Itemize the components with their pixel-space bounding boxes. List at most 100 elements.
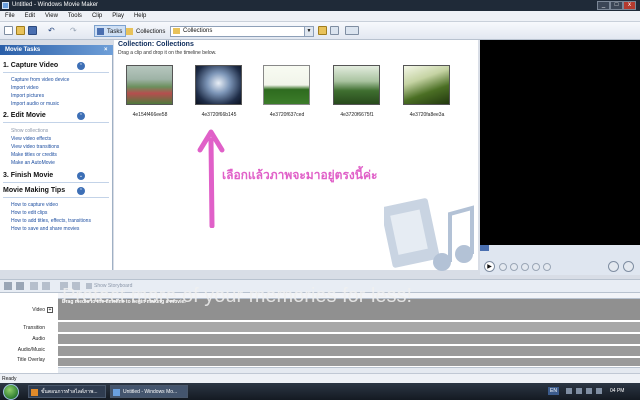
window-title: Untitled - Windows Movie Maker [12, 2, 99, 8]
rewind-icon[interactable] [510, 263, 518, 271]
collapse-icon[interactable]: ⌃ [77, 187, 85, 195]
clock[interactable]: 04 PM [610, 388, 624, 394]
menu-edit[interactable]: Edit [20, 11, 40, 22]
take-picture-icon[interactable] [623, 261, 634, 272]
tip-edit-clips[interactable]: How to edit clips [11, 210, 47, 216]
play-icon[interactable]: ▶ [484, 261, 495, 272]
track-label-audio-music: Audio/Music [17, 347, 45, 353]
tray-icon[interactable] [576, 388, 582, 394]
fast-forward-icon[interactable] [543, 263, 551, 271]
task-import-pictures[interactable]: Import pictures [11, 93, 44, 99]
section-capture-video[interactable]: 1. Capture Video [3, 62, 58, 69]
previous-frame-icon[interactable] [521, 263, 529, 271]
tasks-button[interactable]: Tasks [94, 25, 127, 37]
audio-track[interactable] [58, 334, 640, 344]
audio-music-track[interactable] [58, 346, 640, 356]
narrate-icon[interactable] [16, 282, 24, 290]
views-icon[interactable] [345, 26, 359, 35]
status-bar: Ready [0, 373, 640, 383]
app-icon [2, 2, 9, 9]
close-icon[interactable]: × [104, 45, 108, 55]
tray-icon[interactable] [566, 388, 572, 394]
clip-label: 4e154f466ee58 [132, 112, 168, 118]
open-project-icon[interactable] [16, 26, 25, 35]
menu-play[interactable]: Play [107, 11, 129, 22]
title-bar: Untitled - Windows Movie Maker _ □ x [0, 0, 640, 11]
collections-button[interactable]: Collections [123, 25, 169, 37]
collections-label: Collections [136, 29, 166, 35]
preview-monitor [480, 40, 640, 245]
next-frame-icon[interactable] [532, 263, 540, 271]
network-icon[interactable] [586, 388, 592, 394]
task-make-automovie[interactable]: Make an AutoMovie [11, 160, 55, 166]
collection-title: Collection: Collections [118, 41, 194, 48]
clip-thumbnail[interactable] [403, 65, 450, 105]
expand-icon[interactable]: ⌄ [77, 172, 85, 180]
collapse-icon[interactable]: ⌃ [77, 62, 85, 70]
movie-maker-icon [113, 389, 120, 396]
divider [3, 72, 109, 73]
maximize-button[interactable]: □ [610, 1, 623, 10]
divider [3, 182, 109, 183]
volume-icon[interactable] [596, 388, 602, 394]
tasks-icon [97, 28, 104, 35]
movie-tasks-pane: Movie Tasks × 1. Capture Video ⌃ Capture… [0, 45, 113, 270]
folder-icon [173, 28, 180, 34]
chevron-down-icon[interactable]: ▼ [304, 27, 313, 36]
new-collection-icon[interactable] [330, 26, 339, 35]
task-capture-from-device[interactable]: Capture from video device [11, 77, 69, 83]
title-overlay-track[interactable] [58, 358, 640, 366]
stop-icon[interactable] [499, 263, 507, 271]
transition-track[interactable] [58, 322, 640, 332]
section-finish-movie[interactable]: 3. Finish Movie [3, 172, 53, 179]
save-project-icon[interactable] [28, 26, 37, 35]
tip-add-titles-effects[interactable]: How to add titles, effects, transitions [11, 218, 91, 224]
undo-icon[interactable]: ↶ [48, 26, 57, 35]
taskbar-app-moviemaker[interactable]: Untitled - Windows Mo... [110, 385, 188, 398]
set-audio-levels-icon[interactable] [4, 282, 12, 290]
collection-select[interactable]: Collections ▼ [170, 26, 314, 37]
menu-file[interactable]: File [0, 11, 20, 22]
movie-tasks-header: Movie Tasks × [0, 45, 113, 55]
language-indicator[interactable]: EN [548, 387, 559, 395]
promo-watermark: Protect more of your memories for less! [62, 285, 413, 307]
clip-thumbnail[interactable] [263, 65, 310, 105]
clip-thumbnail[interactable] [126, 65, 173, 105]
track-label-transition: Transition [23, 325, 45, 331]
menu-clip[interactable]: Clip [87, 11, 107, 22]
menu-bar: File Edit View Tools Clip Play Help [0, 11, 640, 22]
tip-save-share[interactable]: How to save and share movies [11, 226, 79, 232]
minimize-button[interactable]: _ [597, 1, 610, 10]
task-make-titles[interactable]: Make titles or credits [11, 152, 57, 158]
clip-label: 4e3720f66b145 [201, 112, 237, 118]
zoom-out-icon[interactable] [42, 282, 50, 290]
expand-icon[interactable]: + [47, 307, 53, 313]
task-view-video-effects[interactable]: View video effects [11, 136, 51, 142]
tip-capture-video[interactable]: How to capture video [11, 202, 58, 208]
folder-icon [126, 28, 133, 35]
status-text: Ready [2, 376, 17, 382]
collapse-icon[interactable]: ⌃ [77, 112, 85, 120]
clip-thumbnail[interactable] [333, 65, 380, 105]
movie-tasks-title: Movie Tasks [5, 47, 41, 53]
task-import-video[interactable]: Import video [11, 85, 39, 91]
task-import-audio[interactable]: Import audio or music [11, 101, 59, 107]
zoom-in-icon[interactable] [30, 282, 38, 290]
section-movie-making-tips[interactable]: Movie Making Tips [3, 187, 65, 194]
taskbar-app-browser[interactable]: ขั้นตอนการทำสไลด์ภาพ... [28, 385, 106, 398]
up-folder-icon[interactable] [318, 26, 327, 35]
task-view-video-transitions[interactable]: View video transitions [11, 144, 59, 150]
redo-icon[interactable]: ↷ [70, 26, 79, 35]
section-edit-movie[interactable]: 2. Edit Movie [3, 112, 46, 119]
close-button[interactable]: x [623, 1, 636, 10]
seek-handle[interactable] [480, 245, 489, 251]
new-project-icon[interactable] [4, 26, 13, 35]
menu-view[interactable]: View [40, 11, 63, 22]
menu-help[interactable]: Help [129, 11, 151, 22]
clip-thumbnail[interactable] [195, 65, 242, 105]
menu-tools[interactable]: Tools [63, 11, 87, 22]
task-show-collections[interactable]: Show collections [11, 128, 48, 134]
tasks-label: Tasks [107, 29, 123, 35]
start-button[interactable] [3, 384, 19, 400]
split-clip-icon[interactable] [608, 261, 619, 272]
